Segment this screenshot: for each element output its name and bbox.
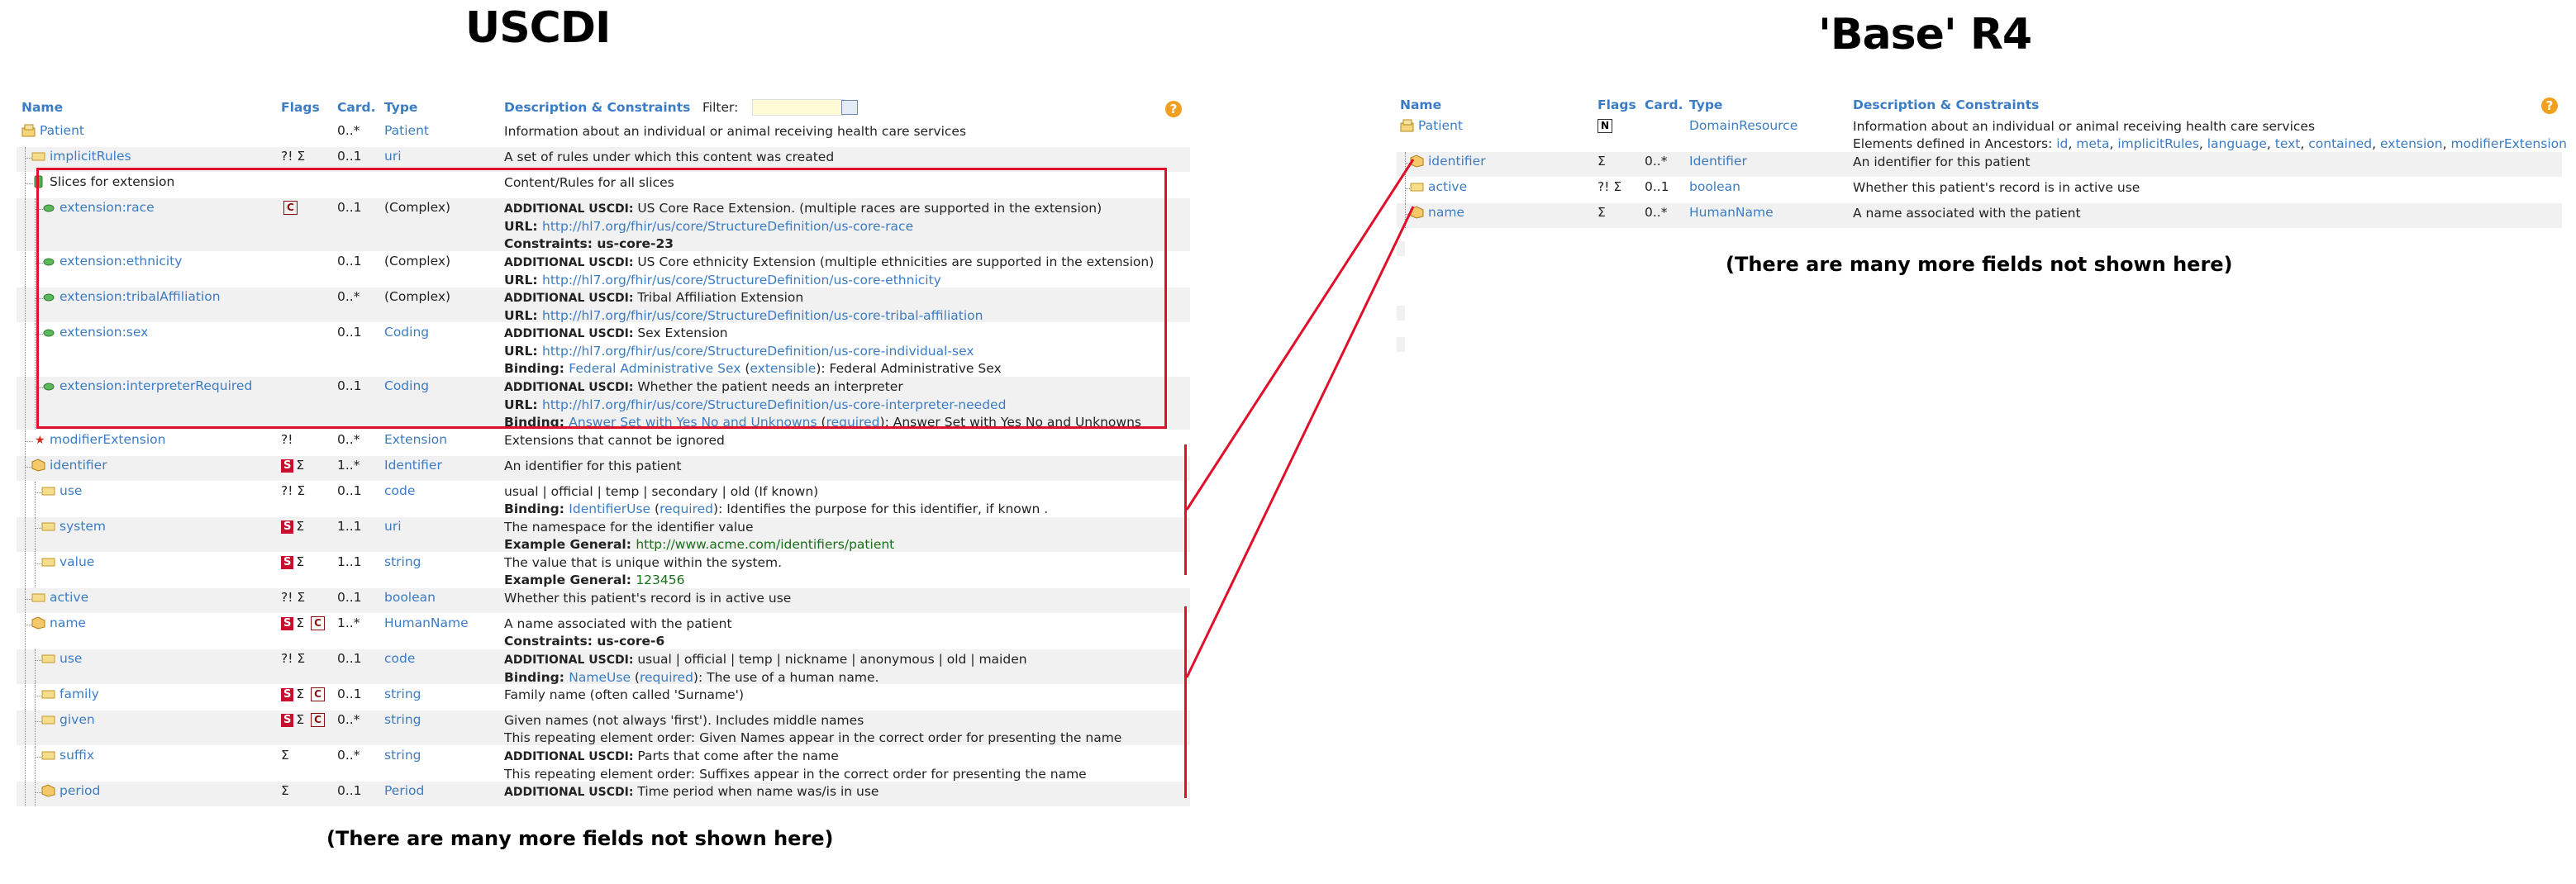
comparison-connectors <box>1185 159 1415 678</box>
name-connector <box>1185 206 1415 678</box>
identifier-connector <box>1185 159 1415 511</box>
